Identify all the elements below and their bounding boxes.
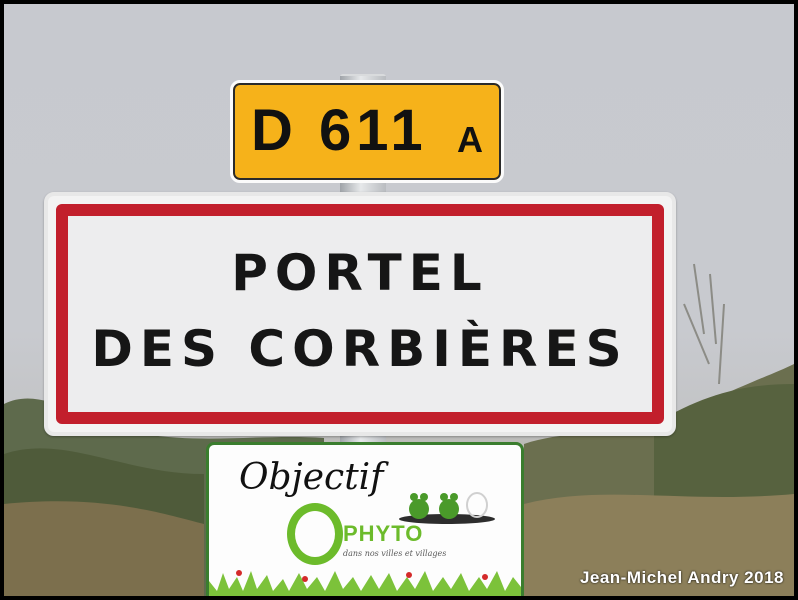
photo-credit: Jean-Michel Andry 2018 [579,568,784,587]
road-number-sign: D 611 A [230,80,504,183]
frogs-icon [399,492,495,524]
grass-and-flowers [209,570,521,596]
town-name-line-2: DES CORBIÈRES [91,320,629,378]
town-sign-red-border: PORTEL DES CORBIÈRES [56,204,664,424]
photo: D 611 A PORTEL DES CORBIÈRES Objectif PH… [4,4,794,596]
phyto-tagline: dans nos villes et villages [343,549,447,558]
photo-frame: D 611 A PORTEL DES CORBIÈRES Objectif PH… [0,0,798,600]
phyto-o-logo [287,503,343,565]
town-entry-sign: PORTEL DES CORBIÈRES [44,192,676,436]
town-name-line-1: PORTEL [231,244,489,302]
objectif-phyto-panel: Objectif PHYTO dans nos villes et villag… [206,442,524,596]
phyto-title: Objectif [239,457,384,498]
road-number-suffix: A [457,119,483,160]
road-number: D 611 [251,98,428,163]
